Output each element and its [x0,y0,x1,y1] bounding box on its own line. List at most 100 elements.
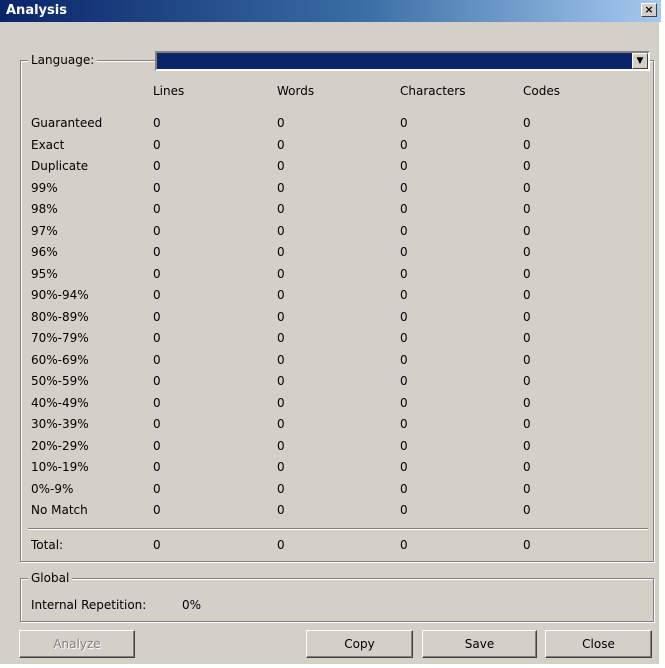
row-label: 40%-49% [31,395,89,410]
table-cell: 0 [400,374,408,388]
row-label: 0%-9% [31,481,74,496]
table-cell: 0 [153,395,161,410]
table-cell: 0 [400,288,408,302]
table-cell: 0 [277,438,285,453]
table-cell: 0 [400,309,408,324]
analysis-dialog: Analysis × Language: ▼ Lines Words Chara… [0,0,661,666]
table-cell: 0 [277,159,285,173]
column-header-codes: Codes [523,84,560,98]
table-cell: 0 [523,460,531,474]
total-separator [28,528,648,530]
table-cell: 0 [400,202,408,216]
row-label: 98% [31,202,58,216]
table-cell: 0 [523,374,531,388]
column-header-characters: Characters [400,84,466,98]
total-words: 0 [277,538,285,552]
row-label: 95% [31,266,58,281]
table-cell: 0 [523,159,531,173]
table-cell: 0 [400,331,408,345]
total-lines: 0 [153,538,161,552]
row-label: 10%-19% [31,460,89,474]
table-cell: 0 [153,180,161,195]
table-cell: 0 [277,503,285,517]
table-cell: 0 [523,223,531,238]
table-cell: 0 [400,159,408,173]
language-dropdown[interactable]: ▼ [155,51,650,71]
table-cell: 0 [400,352,408,367]
row-label: Duplicate [31,159,89,173]
table-cell: 0 [277,137,285,152]
total-label: Total: [31,538,64,552]
table-cell: 0 [400,180,408,195]
table-cell: 0 [153,374,161,388]
table-cell: 0 [153,288,161,302]
table-cell: 0 [523,417,531,431]
table-cell: 0 [523,352,531,367]
table-cell: 0 [153,266,161,281]
table-cell: 0 [277,116,285,130]
internal-repetition-value: 0% [182,598,202,612]
save-button[interactable]: Save [422,630,537,658]
close-window-button[interactable]: × [641,3,657,17]
table-cell: 0 [523,395,531,410]
row-label: Guaranteed [31,116,103,130]
title-bar: Analysis × [0,0,661,22]
table-cell: 0 [523,309,531,324]
table-cell: 0 [400,266,408,281]
table-cell: 0 [153,159,161,173]
table-cell: 0 [153,116,161,130]
table-cell: 0 [400,460,408,474]
table-cell: 0 [277,331,285,345]
copy-button[interactable]: Copy [306,630,413,658]
column-header-words: Words [277,84,315,98]
table-cell: 0 [153,331,161,345]
table-cell: 0 [400,223,408,238]
table-cell: 0 [153,503,161,517]
language-group [20,60,654,562]
row-label: Exact [31,137,65,152]
total-codes: 0 [523,538,531,552]
table-cell: 0 [400,503,408,517]
close-button[interactable]: Close [545,630,652,658]
table-cell: 0 [400,481,408,496]
row-label: 99% [31,180,58,195]
table-cell: 0 [277,309,285,324]
table-cell: 0 [277,460,285,474]
table-cell: 0 [400,417,408,431]
table-cell: 0 [153,481,161,496]
table-cell: 0 [523,438,531,453]
row-label: 90%-94% [31,288,89,302]
table-cell: 0 [153,202,161,216]
table-cell: 0 [277,180,285,195]
table-cell: 0 [277,266,285,281]
table-cell: 0 [277,223,285,238]
table-cell: 0 [153,460,161,474]
table-cell: 0 [523,331,531,345]
table-cell: 0 [277,245,285,259]
table-cell: 0 [400,137,408,152]
analyze-button[interactable]: Analyze [19,630,135,658]
table-cell: 0 [523,180,531,195]
table-cell: 0 [153,223,161,238]
table-cell: 0 [153,245,161,259]
row-label: 20%-29% [31,438,89,453]
table-cell: 0 [400,116,408,130]
language-label: Language: [28,53,98,67]
table-cell: 0 [277,395,285,410]
global-label: Global [28,571,73,585]
table-cell: 0 [153,417,161,431]
row-label: 50%-59% [31,374,89,388]
table-cell: 0 [277,288,285,302]
table-cell: 0 [153,438,161,453]
table-cell: 0 [523,245,531,259]
chevron-down-icon[interactable]: ▼ [632,53,648,69]
row-label: 60%-69% [31,352,89,367]
table-cell: 0 [523,503,531,517]
table-cell: 0 [153,352,161,367]
table-cell: 0 [523,481,531,496]
table-cell: 0 [400,245,408,259]
total-characters: 0 [400,538,408,552]
table-cell: 0 [277,202,285,216]
table-cell: 0 [153,137,161,152]
row-label: 96% [31,245,58,259]
